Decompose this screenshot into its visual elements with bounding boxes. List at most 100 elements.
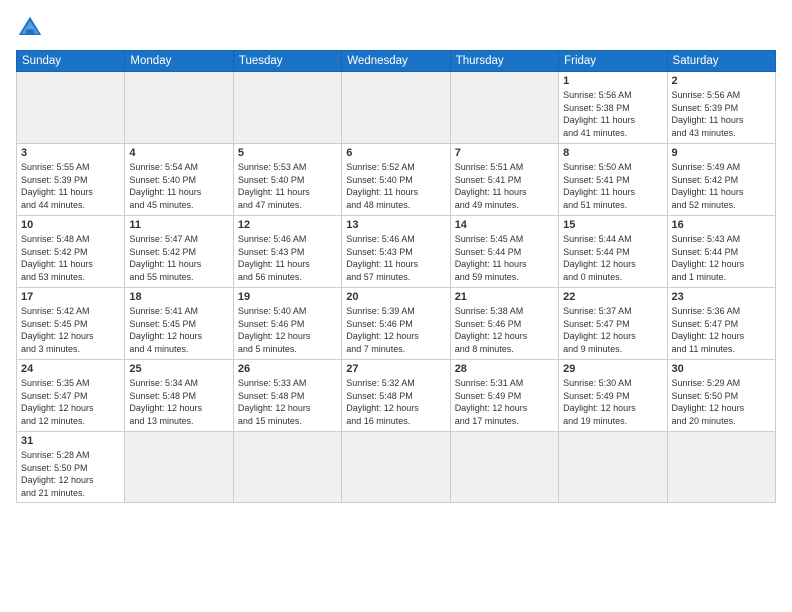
- day-number: 2: [672, 75, 771, 87]
- day-number: 7: [455, 147, 554, 159]
- day-info: Sunrise: 5:44 AM Sunset: 5:44 PM Dayligh…: [563, 233, 662, 283]
- day-number: 25: [129, 363, 228, 375]
- weekday-header-monday: Monday: [125, 51, 233, 72]
- day-info: Sunrise: 5:43 AM Sunset: 5:44 PM Dayligh…: [672, 233, 771, 283]
- day-number: 3: [21, 147, 120, 159]
- day-number: 22: [563, 291, 662, 303]
- day-number: 24: [21, 363, 120, 375]
- day-number: 8: [563, 147, 662, 159]
- week-row-1: 1Sunrise: 5:56 AM Sunset: 5:38 PM Daylig…: [17, 72, 776, 144]
- day-number: 4: [129, 147, 228, 159]
- week-row-4: 17Sunrise: 5:42 AM Sunset: 5:45 PM Dayli…: [17, 288, 776, 360]
- day-number: 26: [238, 363, 337, 375]
- day-info: Sunrise: 5:28 AM Sunset: 5:50 PM Dayligh…: [21, 449, 120, 499]
- calendar-cell: 19 Sunrise: 5:40 AM Sunset: 5:46 PM Dayli…: [233, 288, 341, 360]
- calendar-cell: 24 Sunrise: 5:35 AM Sunset: 5:47 PM Dayli…: [17, 360, 125, 432]
- logo-icon: [16, 14, 44, 42]
- day-info: Sunrise: 5:55 AM Sunset: 5:39 PM Dayligh…: [21, 161, 120, 211]
- day-info: Sunrise: 5:36 AM Sunset: 5:47 PM Dayligh…: [672, 305, 771, 355]
- calendar-cell: 25 Sunrise: 5:34 AM Sunset: 5:48 PM Dayli…: [125, 360, 233, 432]
- calendar-cell: 26Sunrise: 5:33 AM Sunset: 5:48 PM Dayli…: [233, 360, 341, 432]
- calendar-cell: [450, 72, 558, 144]
- day-number: 14: [455, 219, 554, 231]
- weekday-header-saturday: Saturday: [667, 51, 775, 72]
- calendar-cell: 9Sunrise: 5:49 AM Sunset: 5:42 PM Daylig…: [667, 144, 775, 216]
- day-number: 6: [346, 147, 445, 159]
- day-info: Sunrise: 5:45 AM Sunset: 5:44 PM Dayligh…: [455, 233, 554, 283]
- calendar-cell: 13Sunrise: 5:46 AM Sunset: 5:43 PM Dayli…: [342, 216, 450, 288]
- calendar-cell: 2 Sunrise: 5:56 AM Sunset: 5:39 PM Daylig…: [667, 72, 775, 144]
- calendar-cell: [667, 432, 775, 503]
- day-info: Sunrise: 5:48 AM Sunset: 5:42 PM Dayligh…: [21, 233, 120, 283]
- day-info: Sunrise: 5:47 AM Sunset: 5:42 PM Dayligh…: [129, 233, 228, 283]
- day-info: Sunrise: 5:50 AM Sunset: 5:41 PM Dayligh…: [563, 161, 662, 211]
- day-info: Sunrise: 5:52 AM Sunset: 5:40 PM Dayligh…: [346, 161, 445, 211]
- day-info: Sunrise: 5:53 AM Sunset: 5:40 PM Dayligh…: [238, 161, 337, 211]
- day-number: 11: [129, 219, 228, 231]
- day-number: 20: [346, 291, 445, 303]
- day-number: 23: [672, 291, 771, 303]
- weekday-header-wednesday: Wednesday: [342, 51, 450, 72]
- calendar-cell: 12 Sunrise: 5:46 AM Sunset: 5:43 PM Dayli…: [233, 216, 341, 288]
- week-row-5: 24 Sunrise: 5:35 AM Sunset: 5:47 PM Dayli…: [17, 360, 776, 432]
- day-info: Sunrise: 5:30 AM Sunset: 5:49 PM Dayligh…: [563, 377, 662, 427]
- day-number: 10: [21, 219, 120, 231]
- calendar-cell: 30Sunrise: 5:29 AM Sunset: 5:50 PM Dayli…: [667, 360, 775, 432]
- day-info: Sunrise: 5:54 AM Sunset: 5:40 PM Dayligh…: [129, 161, 228, 211]
- day-info: Sunrise: 5:51 AM Sunset: 5:41 PM Dayligh…: [455, 161, 554, 211]
- calendar-cell: 11 Sunrise: 5:47 AM Sunset: 5:42 PM Dayli…: [125, 216, 233, 288]
- day-info: Sunrise: 5:41 AM Sunset: 5:45 PM Dayligh…: [129, 305, 228, 355]
- day-number: 12: [238, 219, 337, 231]
- calendar-cell: 1Sunrise: 5:56 AM Sunset: 5:38 PM Daylig…: [559, 72, 667, 144]
- calendar-cell: [342, 432, 450, 503]
- calendar-cell: [233, 72, 341, 144]
- weekday-header-row: SundayMondayTuesdayWednesdayThursdayFrid…: [17, 51, 776, 72]
- week-row-3: 10 Sunrise: 5:48 AM Sunset: 5:42 PM Dayli…: [17, 216, 776, 288]
- day-info: Sunrise: 5:31 AM Sunset: 5:49 PM Dayligh…: [455, 377, 554, 427]
- day-number: 16: [672, 219, 771, 231]
- day-number: 21: [455, 291, 554, 303]
- day-info: Sunrise: 5:56 AM Sunset: 5:39 PM Dayligh…: [672, 89, 771, 139]
- calendar-cell: 10 Sunrise: 5:48 AM Sunset: 5:42 PM Dayli…: [17, 216, 125, 288]
- calendar-cell: 18 Sunrise: 5:41 AM Sunset: 5:45 PM Dayli…: [125, 288, 233, 360]
- logo: [16, 14, 48, 42]
- page: SundayMondayTuesdayWednesdayThursdayFrid…: [0, 0, 792, 612]
- day-info: Sunrise: 5:29 AM Sunset: 5:50 PM Dayligh…: [672, 377, 771, 427]
- day-number: 29: [563, 363, 662, 375]
- weekday-header-tuesday: Tuesday: [233, 51, 341, 72]
- calendar-cell: 21Sunrise: 5:38 AM Sunset: 5:46 PM Dayli…: [450, 288, 558, 360]
- day-info: Sunrise: 5:37 AM Sunset: 5:47 PM Dayligh…: [563, 305, 662, 355]
- header: [16, 14, 776, 42]
- calendar-cell: [450, 432, 558, 503]
- day-info: Sunrise: 5:49 AM Sunset: 5:42 PM Dayligh…: [672, 161, 771, 211]
- calendar-cell: [125, 72, 233, 144]
- calendar-cell: [17, 72, 125, 144]
- calendar-cell: [342, 72, 450, 144]
- day-info: Sunrise: 5:46 AM Sunset: 5:43 PM Dayligh…: [238, 233, 337, 283]
- calendar-cell: 20 Sunrise: 5:39 AM Sunset: 5:46 PM Dayli…: [342, 288, 450, 360]
- week-row-6: 31 Sunrise: 5:28 AM Sunset: 5:50 PM Dayli…: [17, 432, 776, 503]
- calendar-cell: [233, 432, 341, 503]
- day-number: 31: [21, 435, 120, 447]
- calendar-cell: 31 Sunrise: 5:28 AM Sunset: 5:50 PM Dayli…: [17, 432, 125, 503]
- day-info: Sunrise: 5:39 AM Sunset: 5:46 PM Dayligh…: [346, 305, 445, 355]
- calendar-cell: [559, 432, 667, 503]
- calendar-cell: [125, 432, 233, 503]
- day-info: Sunrise: 5:35 AM Sunset: 5:47 PM Dayligh…: [21, 377, 120, 427]
- calendar-cell: 17Sunrise: 5:42 AM Sunset: 5:45 PM Dayli…: [17, 288, 125, 360]
- week-row-2: 3 Sunrise: 5:55 AM Sunset: 5:39 PM Daylig…: [17, 144, 776, 216]
- calendar-cell: 6 Sunrise: 5:52 AM Sunset: 5:40 PM Daylig…: [342, 144, 450, 216]
- calendar-cell: 22 Sunrise: 5:37 AM Sunset: 5:47 PM Dayli…: [559, 288, 667, 360]
- day-number: 18: [129, 291, 228, 303]
- day-number: 1: [563, 75, 662, 87]
- weekday-header-sunday: Sunday: [17, 51, 125, 72]
- calendar-cell: 8 Sunrise: 5:50 AM Sunset: 5:41 PM Daylig…: [559, 144, 667, 216]
- day-number: 19: [238, 291, 337, 303]
- day-info: Sunrise: 5:34 AM Sunset: 5:48 PM Dayligh…: [129, 377, 228, 427]
- day-info: Sunrise: 5:40 AM Sunset: 5:46 PM Dayligh…: [238, 305, 337, 355]
- day-info: Sunrise: 5:46 AM Sunset: 5:43 PM Dayligh…: [346, 233, 445, 283]
- calendar-cell: 23 Sunrise: 5:36 AM Sunset: 5:47 PM Dayli…: [667, 288, 775, 360]
- calendar-cell: 14 Sunrise: 5:45 AM Sunset: 5:44 PM Dayli…: [450, 216, 558, 288]
- calendar-cell: 16 Sunrise: 5:43 AM Sunset: 5:44 PM Dayli…: [667, 216, 775, 288]
- calendar-cell: 7 Sunrise: 5:51 AM Sunset: 5:41 PM Daylig…: [450, 144, 558, 216]
